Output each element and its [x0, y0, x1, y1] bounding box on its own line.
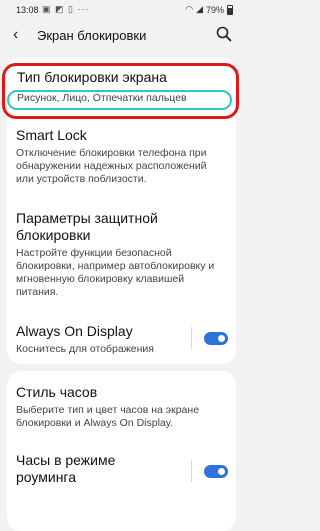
notification-icons: ▣ ◩ ▯ ··· — [42, 4, 90, 14]
divider-vertical — [191, 327, 192, 349]
battery-icon — [227, 4, 233, 15]
system-icons: ◠ ◢ 79% — [185, 4, 233, 15]
always-on-display-item[interactable]: Always On Display Коснитесь для отображе… — [7, 323, 236, 357]
status-bar: 13:08 ▣ ◩ ▯ ··· ◠ ◢ 79% — [0, 0, 243, 20]
item-subtitle: Отключение блокировки телефона при обнар… — [16, 147, 207, 185]
highlight-frame-teal — [7, 90, 232, 110]
settings-card-2: Стиль часов Выберите тип и цвет часов на… — [7, 371, 236, 531]
item-subtitle: Настройте функции безопасной блокировки,… — [16, 247, 215, 298]
search-icon[interactable] — [215, 25, 233, 43]
item-title: Стиль часов — [16, 384, 98, 400]
screen: 13:08 ▣ ◩ ▯ ··· ◠ ◢ 79% ‹ Экран блокиров… — [0, 0, 243, 531]
item-title: Smart Lock — [16, 127, 87, 143]
item-title: Часы в режиме роуминга — [16, 452, 116, 485]
status-time: 13:08 — [16, 5, 39, 15]
secure-lock-settings-item[interactable]: Параметры защитной блокировки Настройте … — [7, 210, 236, 299]
roaming-clock-item[interactable]: Часы в режиме роуминга — [7, 452, 236, 486]
always-on-display-toggle[interactable] — [204, 332, 228, 345]
status-battery-level: 79% — [205, 4, 224, 15]
app-bar: ‹ Экран блокировки — [0, 20, 243, 52]
roaming-clock-toggle[interactable] — [204, 465, 228, 478]
item-subtitle: Выберите тип и цвет часов на экране блок… — [16, 404, 200, 429]
item-title: Параметры защитной блокировки — [16, 210, 158, 243]
page-title: Экран блокировки — [37, 28, 147, 43]
smart-lock-item[interactable]: Smart Lock Отключение блокировки телефон… — [7, 127, 236, 186]
item-title: Always On Display — [16, 323, 133, 339]
back-arrow-icon[interactable]: ‹ — [13, 26, 27, 44]
wifi-icon: ◠ — [185, 4, 194, 14]
clock-style-item[interactable]: Стиль часов Выберите тип и цвет часов на… — [7, 384, 236, 430]
item-subtitle: Коснитесь для отображения — [16, 343, 154, 355]
signal-icon: ◢ — [196, 4, 203, 14]
divider-vertical — [191, 460, 192, 482]
